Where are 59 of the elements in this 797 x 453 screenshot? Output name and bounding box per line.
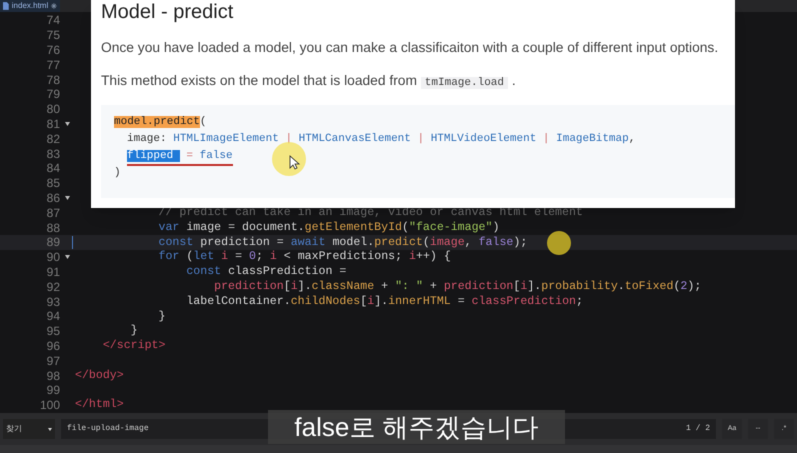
line-number: 75 (46, 27, 60, 44)
code-line: const prediction = await model.predict(image, false); (157, 234, 528, 250)
file-tab[interactable]: index.html (0, 0, 60, 12)
cursor-highlight-icon (272, 142, 306, 176)
code-line: </body> (75, 368, 124, 384)
line-number: 74 (46, 12, 60, 30)
find-mode-dropdown[interactable]: 찾기 (3, 419, 55, 439)
code-line: const classPrediction = (185, 264, 346, 280)
line-number: 93 (46, 294, 60, 311)
subtitle-caption: false로 해주겠습니다 (268, 410, 565, 444)
line-number: 82 (46, 130, 60, 148)
code-line: prediction[i].className + ": " + prediction[i].probability.toFixed(2); (213, 279, 702, 296)
file-icon (3, 2, 9, 10)
code-line: </html> (75, 397, 124, 414)
line-number: 76 (46, 42, 60, 59)
code-line: } (130, 323, 138, 340)
line-number: 99 (46, 382, 60, 400)
line-number: 94 (46, 308, 60, 326)
paragraph: Once you have loaded a model, you can make a classificaiton with a couple of different input options. (101, 39, 720, 57)
fold-arrow-icon[interactable] (65, 255, 70, 260)
line-number: 88 (46, 220, 60, 237)
code-line: </script> (102, 338, 166, 354)
find-field[interactable]: file-upload-image (61, 419, 266, 439)
line-number: 86 (46, 190, 60, 207)
paragraph: This method exists on the model that is loaded from tmImage.load . (101, 72, 517, 91)
line-number: 84 (46, 160, 60, 178)
fold-arrow-icon[interactable] (65, 196, 70, 200)
fold-arrow-icon[interactable] (65, 122, 70, 126)
line-number: 90 (46, 249, 60, 266)
caret-icon (48, 428, 52, 430)
line-number: 95 (46, 323, 60, 340)
line-number: 96 (46, 338, 60, 355)
code-line: ) (114, 166, 121, 181)
text-cursor (72, 236, 73, 249)
line-number: 100 (38, 397, 60, 414)
line-number: 91 (46, 264, 60, 281)
line-number: 78 (46, 72, 60, 89)
popup-title: Model - predict (101, 0, 234, 24)
code-line: image: HTMLImageElement | HTMLCanvasElement | HTMLVideoElement | ImageBitmap, (127, 132, 636, 147)
line-number: 87 (46, 204, 60, 222)
line-number: 80 (46, 101, 60, 118)
match-count: 1 / 2 (576, 419, 716, 439)
code-line: for (let i = 0; i < maxPredictions; i++) { (157, 249, 451, 266)
line-number: 92 (46, 278, 60, 296)
code-line: labelContainer.childNodes[i].innerHTML = classPrediction; (185, 294, 583, 310)
line-number: 97 (46, 352, 60, 370)
cursor-highlight-icon (547, 231, 571, 255)
code-line: flipped = false (127, 149, 233, 166)
code-line: } (157, 308, 166, 325)
line-number: 79 (46, 86, 60, 104)
line-number: 89 (46, 234, 60, 252)
line-number: 98 (46, 368, 60, 385)
line-number: 77 (46, 56, 60, 74)
line-number: 83 (46, 146, 60, 163)
tab-label: index.html (12, 2, 48, 10)
code-line: var image = document.getElementById("face-image") (157, 220, 500, 236)
code-line: model.predict( (114, 115, 206, 130)
line-number: 85 (46, 175, 60, 192)
line-number: 81 (46, 116, 60, 133)
